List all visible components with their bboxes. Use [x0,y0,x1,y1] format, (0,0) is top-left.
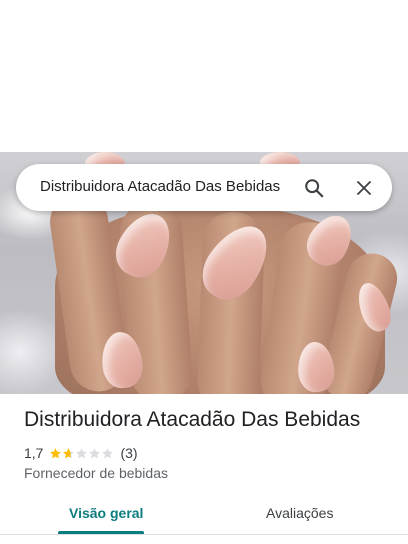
rating-value: 1,7 [24,445,44,461]
place-title: Distribuidora Atacadão Das Bebidas [24,408,361,431]
tabs-divider [0,534,408,535]
star-half-icon [63,447,75,458]
search-icon[interactable] [300,174,328,202]
search-bar[interactable]: Distribuidora Atacadão Das Bebidas [16,164,392,211]
search-input[interactable]: Distribuidora Atacadão Das Bebidas [40,178,290,195]
tab-overview[interactable]: Visão geral [69,505,143,521]
review-count[interactable]: (3) [120,445,137,461]
rating-row[interactable]: 1,7 (3) [24,445,138,461]
rating-stars [49,447,114,460]
star-empty-icon [102,447,114,458]
close-icon[interactable] [350,174,378,202]
star-icon [50,447,62,458]
star-empty-icon [76,447,88,458]
star-empty-icon [89,447,101,458]
tab-reviews[interactable]: Avaliações [266,505,333,521]
place-category[interactable]: Fornecedor de bebidas [24,465,168,481]
